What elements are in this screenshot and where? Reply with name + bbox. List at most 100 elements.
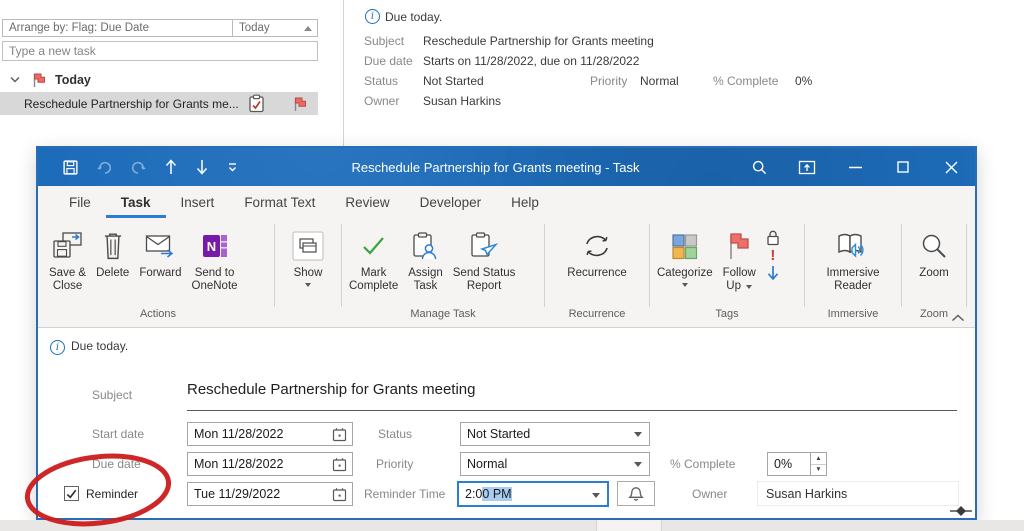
calendar-icon[interactable] [332,457,347,475]
chevron-down-icon [682,283,688,287]
follow-up-button[interactable]: Follow Up [718,223,761,295]
group-separator [341,224,342,307]
tab-developer[interactable]: Developer [405,195,497,218]
tab-review[interactable]: Review [330,195,404,218]
status-value: Not Started [423,74,484,88]
move-up-icon[interactable] [164,158,178,176]
group-separator [544,224,545,307]
reminder-checkbox[interactable] [64,486,79,501]
zoom-button[interactable]: Zoom [914,223,953,282]
spinner-down-icon[interactable]: ▼ [811,465,826,476]
ribbon: Save & Close Delete [38,218,975,328]
tab-file[interactable]: File [54,195,106,218]
tab-task[interactable]: Task [106,195,166,218]
redo-icon[interactable] [130,160,147,175]
categorize-icon [671,225,698,267]
reminder-date-field[interactable]: Tue 11/29/2022 [187,482,353,506]
immersive-reader-icon [835,225,871,267]
delete-button[interactable]: Delete [91,223,134,282]
private-lock-icon[interactable] [765,229,781,246]
undo-icon[interactable] [96,160,113,175]
show-button[interactable]: Show [287,223,329,289]
due-date-label: Due date [364,54,413,68]
flag-icon[interactable] [293,96,308,112]
subject-value[interactable]: Reschedule Partnership for Grants meetin… [187,381,475,398]
owner-field: Susan Harkins [757,481,959,506]
close-button[interactable] [927,148,975,186]
task-window: Reschedule Partnership for Grants meetin… [36,146,977,520]
send-status-report-button[interactable]: Send Status Report [448,223,521,295]
move-down-icon[interactable] [195,158,209,176]
owner-value: Susan Harkins [423,94,501,108]
mark-complete-button[interactable]: Mark Complete [344,223,403,295]
pct-complete-field[interactable]: 0% [767,452,811,476]
due-date-value: Starts on 11/28/2022, due on 11/28/2022 [423,54,639,68]
owner-label: Owner [364,94,399,108]
priority-dropdown[interactable]: Normal [460,452,650,476]
save-close-button[interactable]: Save & Close [44,223,91,295]
priority-label: Priority [590,74,627,88]
collapse-ribbon-icon[interactable] [951,314,965,322]
ribbon-group-immersive: Immersive Reader Immersive [807,218,899,327]
sort-header[interactable]: Today [232,20,304,36]
arrange-by-header[interactable]: Arrange by: Flag: Due Date [3,22,232,34]
search-button[interactable] [735,148,783,186]
assign-task-icon [412,225,438,267]
due-today-banner: Due today. [385,10,442,24]
group-separator [966,224,967,307]
ribbon-group-zoom: Zoom Zoom [904,218,964,327]
recurrence-button[interactable]: Recurrence [562,223,631,282]
forward-button[interactable]: Forward [134,223,186,282]
task-group-header[interactable]: Today [0,69,318,90]
send-to-onenote-button[interactable]: N Send to OneNote [187,223,243,295]
categorize-button[interactable]: Categorize [652,223,718,289]
importance-low-icon[interactable] [767,265,779,281]
customize-qat-icon[interactable] [226,161,239,173]
pct-spinner: ▲ ▼ [811,452,827,476]
group-label-manage-task: Manage Task [344,307,542,327]
importance-high-icon[interactable]: ! [770,248,775,263]
immersive-reader-button[interactable]: Immersive Reader [821,223,884,295]
assign-task-button[interactable]: Assign Task [403,223,448,295]
importance-stack: ! [761,223,785,281]
task-list-header: Arrange by: Flag: Due Date Today [2,19,318,37]
calendar-icon[interactable] [332,427,347,445]
chevron-down-icon[interactable] [10,76,20,83]
spinner-up-icon[interactable]: ▲ [811,453,826,465]
new-task-input[interactable] [2,41,318,61]
status-dropdown[interactable]: Not Started [460,422,650,446]
minimize-button[interactable] [831,148,879,186]
search-icon [751,159,768,176]
group-separator [901,224,902,307]
background-strip [0,520,1024,531]
dropdown-arrow-icon [634,462,642,467]
group-separator [274,224,275,307]
tab-help[interactable]: Help [496,195,554,218]
sort-ascending-icon[interactable] [304,26,312,31]
close-icon [945,161,958,174]
calendar-icon[interactable] [332,487,347,505]
due-date-field[interactable]: Mon 11/28/2022 [187,452,353,476]
start-date-field[interactable]: Mon 11/28/2022 [187,422,353,446]
ribbon-group-manage-task: Mark Complete Assign Task [344,218,542,327]
maximize-icon [897,161,909,173]
follow-up-flag-icon [726,225,752,267]
resize-handle[interactable] [950,506,972,516]
reminder-label[interactable]: Reminder [86,487,138,501]
tab-format-text[interactable]: Format Text [229,195,330,218]
maximize-button[interactable] [879,148,927,186]
reading-pane: i Due today. Subject Reschedule Partners… [355,0,1024,146]
pane-divider[interactable] [343,0,344,146]
save-icon[interactable] [62,159,79,176]
task-list-item[interactable]: Reschedule Partnership for Grants me... [0,92,318,115]
checkmark-icon [66,489,77,499]
pop-out-button[interactable] [783,148,831,186]
tab-insert[interactable]: Insert [166,195,230,218]
subject-label: Subject [364,34,404,48]
owner-label: Owner [692,487,727,501]
window-controls [713,148,975,186]
status-label: Status [378,427,412,441]
reminder-time-dropdown[interactable]: 2:00 PM [457,481,609,507]
task-item-title: Reschedule Partnership for Grants me... [24,97,248,111]
reminder-sound-button[interactable] [617,481,655,506]
